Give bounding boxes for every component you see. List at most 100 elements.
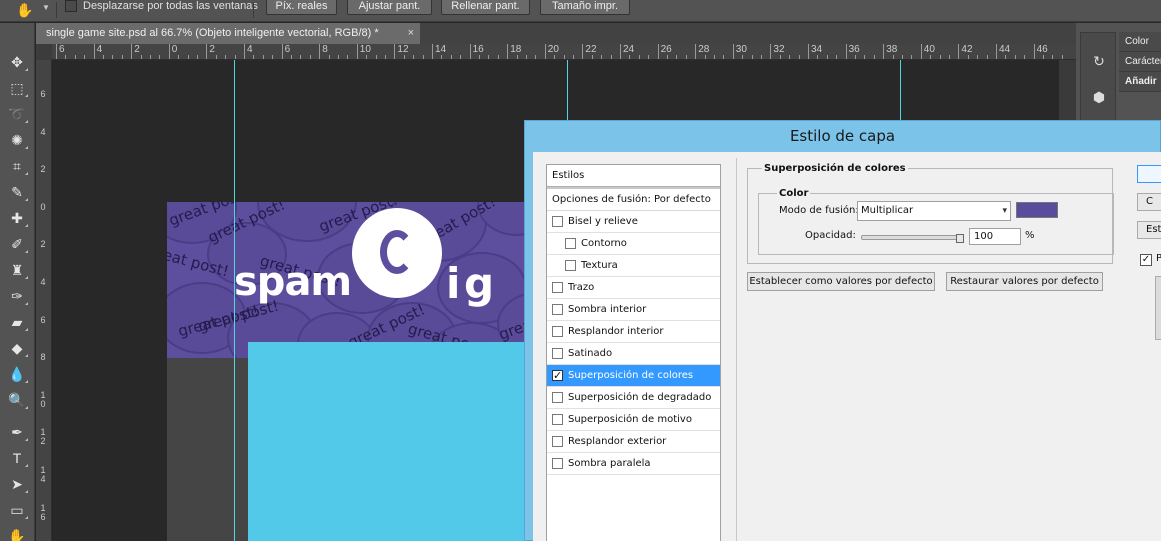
blending-options-item[interactable]: Opciones de fusión: Por defecto <box>547 187 720 211</box>
tools-panel: ✥ ⬚ ➰ ✺ ⌗ ✎ ✚ ✐ ♜ ✑ ▰ ◆ 💧 🔍 ✒ T ➤ ▭ ✋ <box>0 23 35 541</box>
style-checkbox[interactable] <box>552 414 563 425</box>
close-tab-icon[interactable]: × <box>408 23 414 44</box>
tab-add[interactable]: Añadir <box>1119 72 1161 92</box>
ruler-label: 4 <box>40 277 46 287</box>
horizontal-ruler[interactable]: 6 4 2 0 2 4 6 8 10 12 14 16 18 20 22 24 26 28 30 32 34 36 38 40… <box>52 44 1076 60</box>
history-brush-tool-icon[interactable]: ✑ <box>4 285 30 307</box>
rectangle-tool-icon[interactable]: ▭ <box>4 499 30 521</box>
actual-pixels-button[interactable]: Píx. reales <box>266 0 337 15</box>
ruler-label: 2 <box>134 44 140 55</box>
document-tab[interactable]: single game site.psd al 66.7% (Objeto in… <box>36 23 420 44</box>
path-selection-tool-icon[interactable]: ➤ <box>4 473 30 495</box>
content-panel <box>248 342 537 541</box>
marquee-tool-icon[interactable]: ⬚ <box>4 77 30 99</box>
ruler-minor-tick <box>1014 55 1016 59</box>
style-checkbox[interactable] <box>552 282 563 293</box>
clone-stamp-tool-icon[interactable]: ♜ <box>4 259 30 281</box>
overlay-color-swatch[interactable] <box>1016 202 1058 218</box>
opacity-input[interactable]: 100 <box>969 228 1021 245</box>
style-item[interactable]: Satinado <box>547 343 720 365</box>
magic-wand-tool-icon[interactable]: ✺ <box>4 129 30 151</box>
fill-screen-button[interactable]: Rellenar pant. <box>441 0 530 15</box>
healing-brush-tool-icon[interactable]: ✚ <box>4 207 30 229</box>
ok-button[interactable] <box>1137 165 1161 183</box>
styles-header[interactable]: Estilos <box>547 165 720 187</box>
ruler-label: 40 <box>923 44 935 55</box>
ruler-minor-tick <box>1005 55 1007 59</box>
style-item[interactable]: Superposición de motivo <box>547 409 720 431</box>
lasso-tool-icon[interactable]: ➰ <box>4 103 30 125</box>
3d-panel-icon[interactable]: ⬢ <box>1089 89 1109 107</box>
ruler-minor-tick <box>949 55 950 59</box>
vertical-ruler[interactable]: 6 4 2 0 2 4 6 8 10 12 14 16 <box>36 60 52 541</box>
style-checkbox[interactable] <box>552 392 563 403</box>
new-style-button[interactable]: Esti <box>1137 221 1161 239</box>
style-item[interactable]: Superposición de degradado <box>547 387 720 409</box>
ruler-major-tick <box>1033 44 1035 59</box>
ruler-label: 46 <box>1036 44 1048 55</box>
ruler-minor-tick <box>159 55 161 59</box>
ruler-minor-tick <box>450 55 452 59</box>
guide-line[interactable] <box>234 60 235 541</box>
style-checkbox[interactable] <box>552 458 563 469</box>
slider-handle[interactable] <box>956 234 964 243</box>
opacity-slider[interactable] <box>861 234 964 243</box>
fit-screen-button[interactable]: Ajustar pant. <box>347 0 432 15</box>
style-item-label: Satinado <box>568 348 613 359</box>
style-item[interactable]: Textura <box>547 255 720 277</box>
tab-character[interactable]: Carácter <box>1119 52 1161 72</box>
brush-tool-icon[interactable]: ✐ <box>4 233 30 255</box>
style-checkbox[interactable] <box>552 365 563 387</box>
style-item[interactable]: Sombra interior <box>547 299 720 321</box>
ruler-label: 42 <box>961 44 973 55</box>
blend-mode-select[interactable]: Multiplicar ▾ <box>857 201 1011 221</box>
ruler-minor-tick <box>1043 55 1044 59</box>
style-checkbox[interactable] <box>552 436 563 447</box>
print-size-button[interactable]: Tamaño impr. <box>540 0 630 15</box>
type-tool-icon[interactable]: T <box>4 447 30 469</box>
style-item[interactable]: Trazo <box>547 277 720 299</box>
paint-bucket-tool-icon[interactable]: ◆ <box>4 337 30 359</box>
color-overlay-section: Superposición de colores Color Modo de f… <box>747 163 1114 264</box>
eyedropper-tool-icon[interactable]: ✎ <box>4 181 30 203</box>
ruler-major-tick <box>507 44 509 59</box>
style-checkbox[interactable] <box>552 216 563 227</box>
eraser-tool-icon[interactable]: ▰ <box>4 311 30 333</box>
ruler-minor-tick <box>103 55 104 59</box>
dodge-tool-icon[interactable]: 🔍 <box>4 389 30 411</box>
scroll-all-windows-checkbox[interactable] <box>65 0 77 12</box>
style-checkbox[interactable] <box>552 304 563 315</box>
ruler-label: 6 <box>40 89 46 99</box>
blur-tool-icon[interactable]: 💧 <box>4 363 30 385</box>
ruler-minor-tick <box>150 55 151 59</box>
tool-preset-dropdown-icon[interactable]: ▼ <box>42 3 50 12</box>
style-checkbox[interactable] <box>552 348 563 359</box>
set-default-button[interactable]: Establecer como valores por defecto <box>747 272 935 291</box>
style-item[interactable]: Contorno <box>547 233 720 255</box>
history-panel-icon[interactable]: ↻ <box>1089 53 1109 71</box>
hand-tool-icon[interactable]: ✋ <box>16 1 38 19</box>
style-item[interactable]: Resplandor exterior <box>547 431 720 453</box>
style-checkbox[interactable] <box>565 238 576 249</box>
style-item[interactable]: Sombra paralela <box>547 453 720 475</box>
reset-default-button[interactable]: Restaurar valores por defecto <box>946 272 1103 291</box>
ruler-major-tick <box>695 44 697 59</box>
style-item[interactable]: Resplandor interior <box>547 321 720 343</box>
style-item[interactable]: Bisel y relieve <box>547 211 720 233</box>
preview-checkbox[interactable]: ✓ <box>1140 254 1152 266</box>
cancel-button[interactable]: C <box>1137 193 1161 211</box>
move-tool-icon[interactable]: ✥ <box>4 51 30 73</box>
hand-tool-icon[interactable]: ✋ <box>4 525 30 541</box>
style-checkbox[interactable] <box>565 260 576 271</box>
ruler-label: 14 <box>435 44 447 55</box>
tab-color[interactable]: Color <box>1119 32 1161 52</box>
ruler-label: 44 <box>999 44 1011 55</box>
pen-tool-icon[interactable]: ✒ <box>4 421 30 443</box>
style-item[interactable]: Superposición de colores <box>547 365 720 387</box>
dialog-body: Estilos Opciones de fusión: Por defecto … <box>533 152 1161 541</box>
crop-tool-icon[interactable]: ⌗ <box>4 155 30 177</box>
ruler-minor-tick <box>403 55 405 59</box>
style-checkbox[interactable] <box>552 326 563 337</box>
ruler-label: 0 <box>40 201 46 212</box>
ruler-label: 2 <box>40 164 46 175</box>
